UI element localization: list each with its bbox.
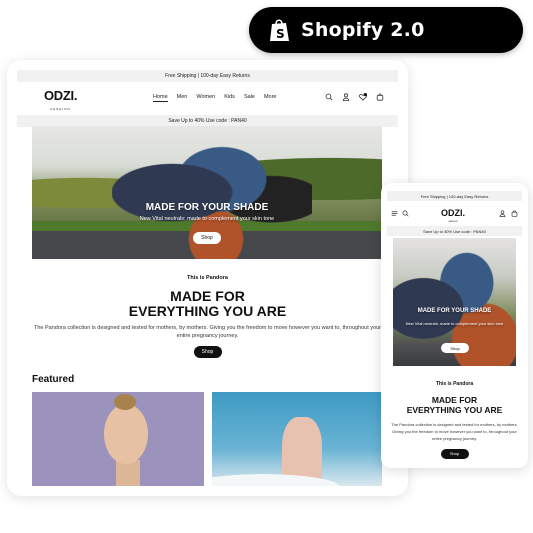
menu-item-more[interactable]: More	[264, 94, 277, 102]
cart-icon[interactable]	[376, 93, 384, 101]
mobile-intro-section: This is Pandora MADE FOR EVERYTHING YOU …	[389, 381, 520, 460]
intro-section: This is Pandora MADE FOR EVERYTHING YOU …	[17, 275, 398, 358]
wishlist-icon[interactable]	[359, 93, 367, 101]
menu-item-home[interactable]: Home	[153, 94, 168, 102]
mobile-logo[interactable]: ODZI. FASHION	[441, 209, 465, 227]
hero-banner: MADE FOR YOUR SHADE New Vital neutrals: …	[32, 126, 382, 259]
mobile-hero-title: MADE FOR YOUR SHADE	[417, 308, 492, 314]
desktop-preview: Free Shipping | 100-day Easy Returns ODZ…	[7, 60, 408, 496]
mobile-intro-title-line1: MADE FOR	[431, 395, 478, 405]
header: ODZI. FASHION Home Men Women Kids Sale M…	[17, 84, 398, 112]
mobile-intro-shop-button[interactable]: Shop	[440, 448, 469, 459]
mobile-preview: Free Shipping | 100-day Easy Returns ODZ…	[381, 183, 528, 468]
announcement-bar: Free Shipping | 100-day Easy Returns	[17, 70, 398, 82]
mobile-header-right	[499, 210, 518, 217]
menu-item-sale[interactable]: Sale	[244, 94, 255, 102]
header-icons	[325, 93, 384, 101]
main-menu: Home Men Women Kids Sale More	[153, 94, 276, 102]
intro-shop-button[interactable]: Shop	[193, 346, 222, 358]
mobile-promo-bar: Save Up to 40% Use code : PAN40	[387, 226, 522, 236]
mobile-hero-subtitle: New Vital neutrals: made to complement y…	[405, 321, 504, 326]
portrait-neck	[116, 460, 140, 486]
hero-subtitle: New Vital neutrals: made to complement y…	[139, 216, 275, 222]
mobile-intro-title-line2: EVERYTHING YOU ARE	[406, 405, 503, 415]
menu-item-women[interactable]: Women	[196, 94, 215, 102]
runner-clouds	[212, 467, 382, 486]
hamburger-menu-icon[interactable]	[391, 210, 398, 217]
mobile-cart-icon[interactable]	[511, 210, 518, 217]
intro-title: MADE FOR EVERYTHING YOU ARE	[17, 289, 398, 319]
portrait-face	[104, 404, 148, 464]
featured-card-runner[interactable]	[212, 392, 382, 486]
mobile-hero-shop-button[interactable]: Shop	[441, 343, 469, 353]
featured-card-portrait[interactable]	[32, 392, 204, 486]
logo-text: ODZI.	[44, 88, 78, 103]
menu-item-kids[interactable]: Kids	[224, 94, 235, 102]
account-icon[interactable]	[342, 93, 350, 101]
intro-body: The Pandora collection is designed and t…	[34, 325, 381, 339]
shopify-bag-icon: S	[270, 19, 289, 41]
mobile-account-icon[interactable]	[499, 210, 506, 217]
mobile-intro-eyebrow: This is Pandora	[435, 381, 474, 387]
svg-text:S: S	[276, 27, 285, 41]
mobile-intro-body: The Pandora collection is designed and t…	[391, 422, 518, 441]
mobile-logo-text: ODZI.	[441, 208, 465, 218]
featured-heading: Featured	[32, 374, 75, 385]
shopify-badge: S Shopify 2.0	[249, 7, 523, 53]
mobile-hero-banner: MADE FOR YOUR SHADE New Vital neutrals: …	[393, 238, 516, 366]
mobile-announcement-bar: Free Shipping | 100-day Easy Returns	[387, 191, 522, 201]
hero-shop-button[interactable]: Shop	[193, 232, 221, 244]
showcase: S Shopify 2.0 Free Shipping | 100-day Ea…	[0, 0, 533, 533]
logo[interactable]: ODZI. FASHION	[44, 89, 77, 116]
badge-label: Shopify 2.0	[301, 19, 425, 41]
mobile-header-left	[391, 210, 409, 217]
intro-title-line1: MADE FOR	[170, 288, 245, 304]
menu-item-men[interactable]: Men	[177, 94, 188, 102]
mobile-search-icon[interactable]	[402, 210, 409, 217]
intro-title-line2: EVERYTHING YOU ARE	[128, 303, 287, 319]
search-icon[interactable]	[325, 93, 333, 101]
hero-title: MADE FOR YOUR SHADE	[145, 202, 269, 213]
mobile-intro-title: MADE FOR EVERYTHING YOU ARE	[389, 395, 520, 415]
mobile-header: ODZI. FASHION	[391, 207, 518, 223]
intro-eyebrow: This is Pandora	[187, 275, 228, 281]
portrait-hair	[114, 394, 136, 410]
